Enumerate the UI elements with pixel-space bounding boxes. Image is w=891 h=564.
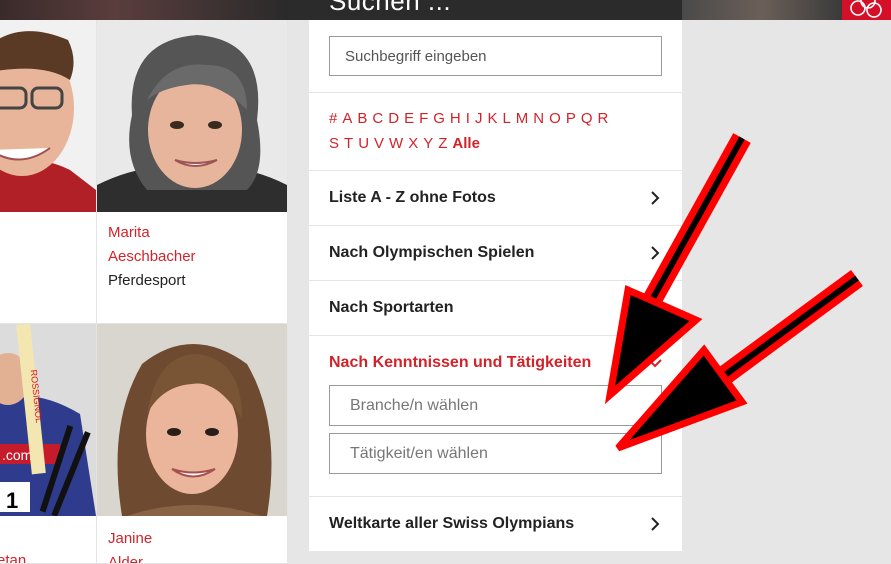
alphabet-letter[interactable]: Q	[581, 106, 593, 131]
menu-olympic-games[interactable]: Nach Olympischen Spielen	[309, 226, 682, 281]
alphabet-letter[interactable]: J	[475, 106, 483, 131]
athlete-card[interactable]: .com 1 ROSSIGNOL etan	[0, 324, 97, 564]
athlete-card[interactable]: Janine Alder	[97, 324, 288, 564]
alphabet-letter[interactable]: G	[433, 106, 445, 131]
search-panel: #ABCDEFGHIJKLMNOPQR STUVWXYZAlle Liste A…	[309, 20, 682, 551]
menu-list-a-z[interactable]: Liste A - Z ohne Fotos	[309, 171, 682, 226]
alphabet-row: # A B C D E F G H I J K L M N O P Q R	[329, 106, 669, 131]
alphabet-letter[interactable]: Y	[423, 131, 433, 156]
athlete-grid: Marita Aeschbacher Pferdesport .com 1 RO…	[0, 20, 288, 564]
menu-skills-activities[interactable]: Nach Kenntnissen und Tätigkeiten	[309, 336, 682, 391]
svg-text:.com: .com	[2, 447, 32, 463]
athlete-photo[interactable]: .com 1 ROSSIGNOL	[0, 324, 96, 516]
athlete-card[interactable]: Marita Aeschbacher Pferdesport	[97, 20, 288, 324]
athlete-last-name[interactable]: Alder	[108, 554, 143, 563]
athlete-photo[interactable]	[97, 20, 287, 212]
athlete-portrait-image	[0, 20, 96, 212]
athlete-photo[interactable]	[0, 20, 96, 212]
menu-sports[interactable]: Nach Sportarten	[309, 281, 682, 336]
chevron-down-icon	[648, 359, 662, 368]
branche-select[interactable]: Branche/n wählen	[329, 385, 662, 426]
taetigkeit-select-placeholder: Tätigkeit/en wählen	[350, 445, 488, 462]
alphabet-letter[interactable]: W	[389, 131, 403, 156]
chevron-right-icon	[651, 191, 660, 205]
alphabet-letter[interactable]: I	[466, 106, 470, 131]
taetigkeit-select[interactable]: Tätigkeit/en wählen	[329, 433, 662, 474]
alphabet-letter[interactable]: R	[598, 106, 609, 131]
alphabet-letter[interactable]: M	[516, 106, 529, 131]
alphabet-letter[interactable]: A	[342, 106, 352, 131]
athlete-first-name[interactable]: Janine	[108, 530, 152, 547]
banner-image-left	[0, 0, 288, 20]
alphabet-letter[interactable]: F	[419, 106, 428, 131]
chevron-right-icon	[651, 517, 660, 531]
athlete-card[interactable]	[0, 20, 97, 324]
alphabet-all-link[interactable]: Alle	[452, 131, 480, 156]
athlete-sport: Pferdesport	[108, 272, 186, 289]
athlete-last-name[interactable]: Aeschbacher	[108, 248, 196, 265]
alphabet-letter[interactable]: O	[549, 106, 561, 131]
menu-label: Weltkarte aller Swiss Olympians	[329, 515, 575, 532]
athlete-portrait-image	[97, 324, 287, 516]
alphabet-letter[interactable]: N	[533, 106, 544, 131]
athlete-last-name[interactable]: etan	[0, 552, 26, 563]
menu-label: Nach Sportarten	[329, 299, 454, 316]
alphabet-letter[interactable]: B	[357, 106, 367, 131]
alphabet-letter[interactable]: D	[388, 106, 399, 131]
menu-label: Liste A - Z ohne Fotos	[329, 189, 496, 206]
athlete-first-name[interactable]: Marita	[108, 224, 150, 241]
athlete-portrait-image	[97, 20, 287, 212]
alphabet-letter[interactable]: Z	[438, 131, 447, 156]
branche-select-placeholder: Branche/n wählen	[350, 397, 479, 414]
alphabet-letter[interactable]: #	[329, 106, 337, 131]
search-heading: Suchen ...	[329, 0, 452, 16]
alphabet-letter[interactable]: S	[329, 131, 339, 156]
divider	[309, 92, 682, 93]
olympic-logo[interactable]	[842, 0, 891, 20]
alphabet-letter[interactable]: K	[487, 106, 497, 131]
alphabet-letter[interactable]: V	[374, 131, 384, 156]
alphabet-letter[interactable]: X	[408, 131, 418, 156]
alphabet-letter[interactable]: L	[502, 106, 510, 131]
banner-image-right	[682, 0, 842, 20]
search-input[interactable]	[329, 36, 662, 76]
alphabet-letter[interactable]: E	[404, 106, 414, 131]
menu-world-map[interactable]: Weltkarte aller Swiss Olympians	[309, 497, 682, 552]
alphabet-letter[interactable]: T	[344, 131, 353, 156]
olympic-rings-icon	[850, 0, 882, 18]
alphabet-letter[interactable]: P	[566, 106, 576, 131]
alphabet-letter[interactable]: U	[358, 131, 369, 156]
athlete-portrait-image: .com 1 ROSSIGNOL	[0, 324, 96, 516]
svg-text:1: 1	[6, 488, 18, 513]
athlete-photo[interactable]	[97, 324, 287, 516]
menu-label: Nach Olympischen Spielen	[329, 244, 535, 261]
alphabet-row: S T U V W X Y Z Alle	[329, 131, 669, 156]
alphabet-letter[interactable]: H	[450, 106, 461, 131]
chevron-right-icon	[651, 246, 660, 260]
alphabet-letter[interactable]: C	[372, 106, 383, 131]
menu-label: Nach Kenntnissen und Tätigkeiten	[329, 354, 592, 371]
